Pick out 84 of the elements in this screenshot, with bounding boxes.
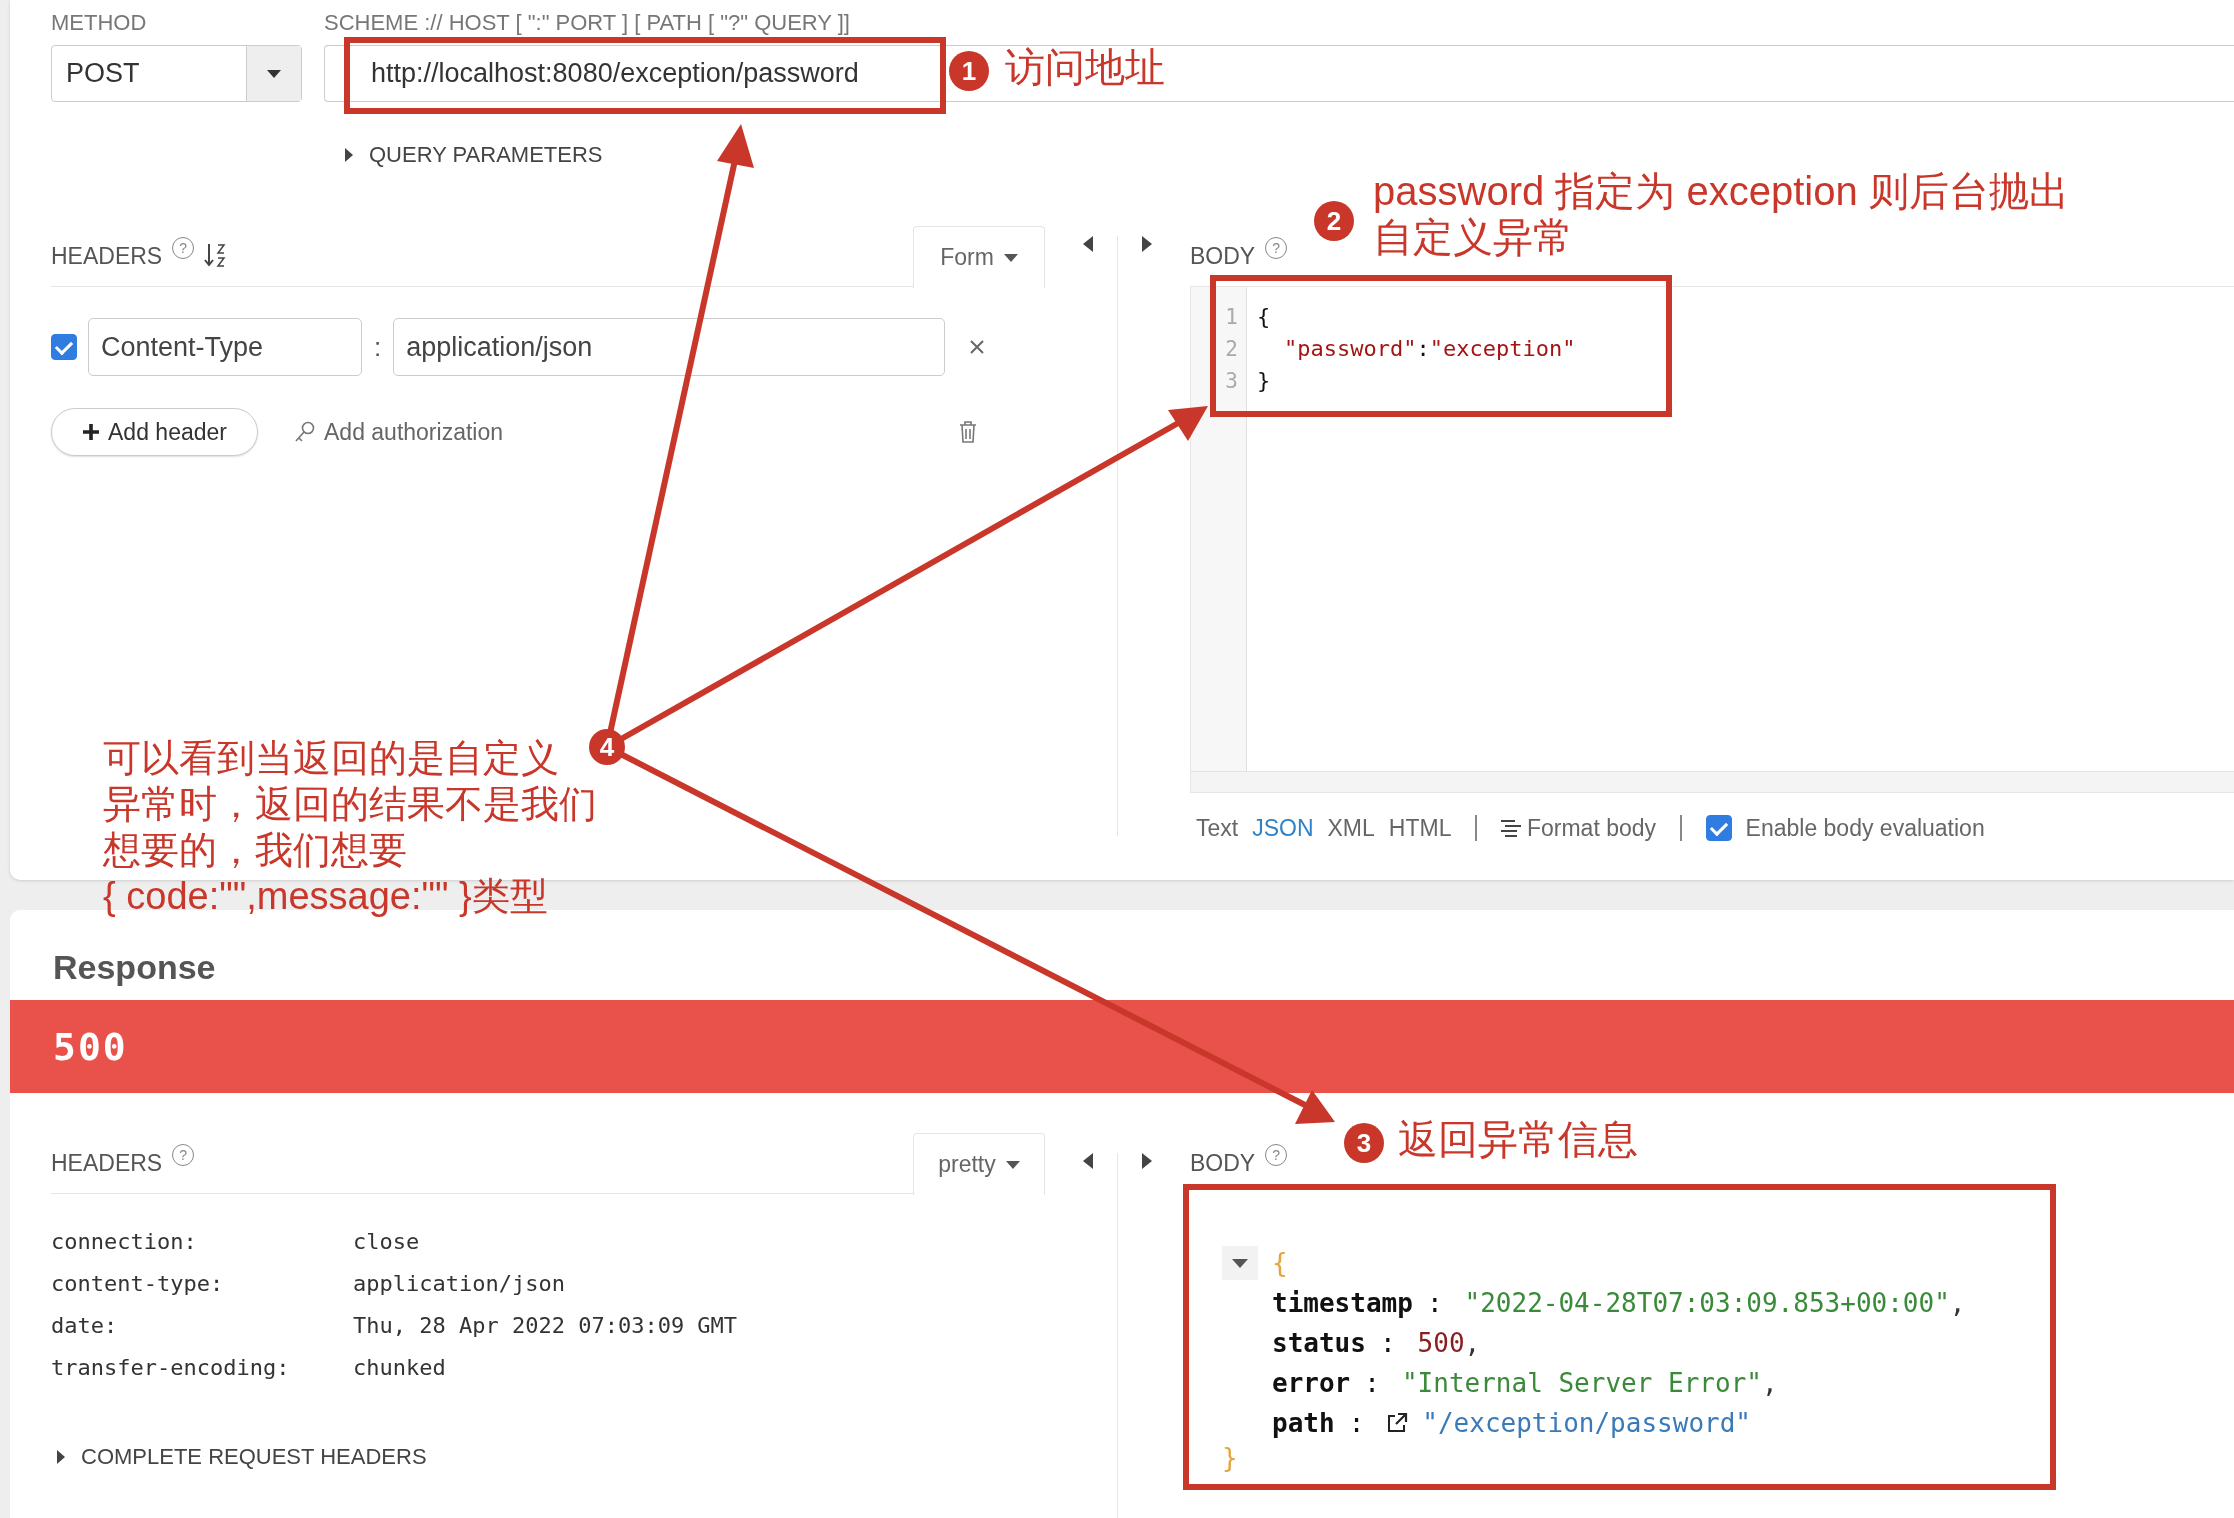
code-line: "password":"exception" [1283, 335, 1576, 363]
format-tab[interactable]: Text [1196, 814, 1239, 842]
json-key: path [1272, 1408, 1335, 1438]
header-name: transfer-encoding: [51, 1354, 291, 1380]
url-label: SCHEME :// HOST [ ":" PORT ] [ PATH [ "?" QUERY ]] [324, 12, 851, 37]
json-colon: : [1426, 1288, 1443, 1318]
format-tab[interactable]: XML [1327, 814, 1375, 842]
header-value: Thu, 28 Apr 2022 07:03:09 GMT [353, 1312, 738, 1338]
body-title: BODY [1190, 1149, 1256, 1177]
caret-icon [1232, 1258, 1248, 1268]
json-value: "Internal Server Error" [1401, 1368, 1762, 1398]
collapse-left-icon[interactable] [1083, 236, 1093, 252]
checkbox[interactable] [51, 334, 77, 360]
brace: } [1222, 1443, 1239, 1475]
headers-title: HEADERS [51, 242, 163, 270]
line-number: 1 [1224, 304, 1239, 331]
annotation-text: 可以看到当返回的是自定义 [103, 736, 560, 781]
json-comma: , [1464, 1328, 1481, 1358]
code-line: { [1257, 303, 1272, 331]
json-colon: : [1348, 1408, 1365, 1438]
annotation-text: 访问地址 [1005, 44, 1165, 90]
json-key: error [1272, 1368, 1351, 1398]
body-title: BODY [1190, 242, 1256, 270]
checkbox[interactable] [1705, 815, 1732, 841]
caret-icon [267, 69, 281, 78]
annotation-text: 异常时，返回的结果不是我们 [103, 782, 597, 827]
line-number: 3 [1224, 368, 1239, 395]
header-value: application/json [353, 1270, 565, 1296]
close-icon[interactable] [969, 339, 986, 355]
expand-right-icon[interactable] [1142, 236, 1152, 252]
add-authorization-link[interactable]: Add authorization [288, 417, 509, 447]
expand-icon [57, 1450, 65, 1464]
format-tab[interactable]: HTML [1388, 814, 1452, 842]
trash-icon[interactable] [959, 421, 977, 443]
annotation-text: password 指定为 exception 则后台抛出 [1373, 168, 2069, 214]
json-value: "2022-04-28T07:03:09.853+00:00" [1464, 1288, 1950, 1318]
colon-separator: : [374, 331, 382, 363]
brace: { [1272, 1248, 1288, 1278]
json-colon: : [1379, 1328, 1396, 1358]
json-link[interactable]: "/exception/password" [1422, 1408, 1751, 1438]
caret-icon [1003, 253, 1018, 262]
add-header-button[interactable]: Add header [51, 408, 258, 456]
complete-request-headers-toggle[interactable]: COMPLETE REQUEST HEADERS [57, 1444, 427, 1470]
header-name-field[interactable]: Content-Type [88, 318, 362, 376]
expand-icon [345, 148, 353, 162]
headers-title: HEADERS [51, 1149, 163, 1177]
json-key: timestamp [1272, 1288, 1413, 1318]
header-name: date: [51, 1312, 119, 1338]
status-code: 500 [53, 1024, 128, 1069]
code-line: } [1257, 367, 1272, 395]
plus-icon [82, 423, 101, 441]
body-editor[interactable]: 1 2 3 { "password":"exception" } [1190, 287, 2234, 793]
json-comma: , [1761, 1368, 1778, 1398]
json-key: status [1272, 1328, 1366, 1358]
annotation-text: 返回异常信息 [1398, 1116, 1638, 1162]
format-body-button[interactable]: Format body [1500, 814, 1657, 842]
annotation-text: { code:"",message:"" }类型 [103, 874, 549, 919]
annotation-text: 想要的，我们想要 [103, 828, 408, 873]
collapse-left-icon[interactable] [1083, 1153, 1093, 1169]
header-name: content-type: [51, 1270, 225, 1296]
method-label: METHOD [51, 12, 148, 37]
json-comma: , [1949, 1288, 1966, 1318]
external-link-icon[interactable] [1386, 1412, 1409, 1434]
headers-view-dropdown[interactable]: pretty [913, 1133, 1045, 1195]
query-parameters-toggle[interactable]: QUERY PARAMETERS [345, 142, 603, 168]
expand-right-icon[interactable] [1142, 1153, 1152, 1169]
response-title: Response [52, 947, 217, 988]
format-tab[interactable]: JSON [1252, 814, 1314, 842]
json-value: 500 [1417, 1328, 1465, 1358]
key-icon [294, 420, 316, 444]
resize-handle[interactable] [1191, 771, 2234, 792]
header-value-field[interactable]: application/json [393, 318, 946, 376]
json-colon: : [1364, 1368, 1380, 1398]
header-value: close [353, 1228, 420, 1254]
caret-icon [1005, 1160, 1020, 1169]
header-name: connection: [51, 1228, 198, 1254]
method-select[interactable]: POST [51, 45, 302, 102]
checkbox-label: Enable body evaluation [1745, 814, 1985, 842]
header-value: chunked [353, 1354, 446, 1380]
align-icon [1500, 819, 1521, 837]
headers-mode-dropdown[interactable]: Form [913, 226, 1045, 288]
line-number: 2 [1224, 336, 1239, 363]
collapse-toggle[interactable] [1222, 1246, 1258, 1280]
annotation-text: 自定义异常 [1373, 214, 1574, 260]
